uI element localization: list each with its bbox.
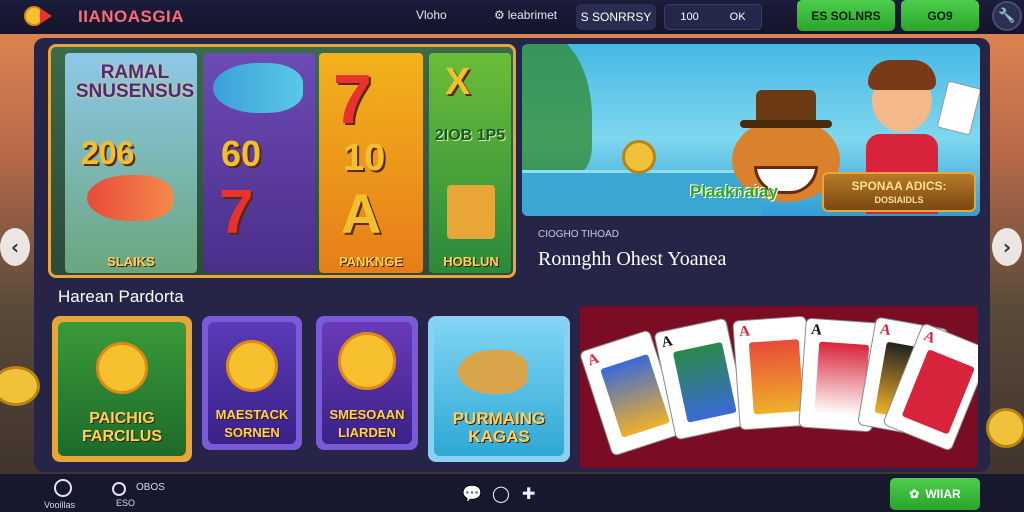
seven-large-icon: 7 xyxy=(333,60,372,138)
share-icon[interactable]: ✚ xyxy=(522,484,535,503)
hero-badge: SPONAA ADICS: DOSIAIDLS xyxy=(822,172,976,212)
card-rank-1: A xyxy=(585,350,602,370)
promo-kicker: CIOGHO TIHOAD xyxy=(538,229,619,240)
ace-card-icon xyxy=(936,80,980,136)
cat-face-icon xyxy=(338,332,396,390)
hero-title: Plaaknaiay xyxy=(690,182,778,201)
play-button[interactable]: ✿ WIIAR xyxy=(890,478,980,510)
reel-value-2: 60 xyxy=(221,133,262,174)
info-icon[interactable] xyxy=(112,482,126,496)
signin-button[interactable]: ES SOLNRS xyxy=(797,0,895,31)
blue-fish-icon xyxy=(213,63,303,113)
fish-icon xyxy=(87,175,173,221)
card-rank-4: A xyxy=(810,321,823,339)
slot-title: RAMAL SNUSENSUS xyxy=(75,62,195,102)
sun-icon xyxy=(226,340,278,392)
reel-value-4: 2IOB 1P5 xyxy=(434,127,506,144)
nav-link-promos-label: leabrimet xyxy=(507,8,558,22)
card-rank-3: A xyxy=(738,323,751,341)
hero-banner[interactable]: Plaaknaiay SPONAA ADICS: DOSIAIDLS xyxy=(522,44,980,216)
brand-logo[interactable]: IIANOASGIA xyxy=(24,6,184,28)
next-arrow-icon[interactable]: › xyxy=(992,228,1022,266)
chat-icon[interactable]: 💬 xyxy=(462,484,482,503)
game-tile-1[interactable]: PAICHIG FARCILUS xyxy=(52,316,192,462)
game-tile-4[interactable]: PURMAING KAGAS xyxy=(428,316,570,462)
user-icon[interactable] xyxy=(54,479,72,497)
palm-tree-icon xyxy=(522,44,592,174)
hero-badge-line2: DOSIAIDLS xyxy=(874,195,924,205)
reel-label-2: PANKNGE xyxy=(338,254,404,269)
reel-value-1: 206 xyxy=(81,135,135,171)
game-tile-4-label: PURMAING KAGAS xyxy=(452,409,546,446)
card-rank-5: A xyxy=(878,321,893,340)
promo-title[interactable]: Ronnghh Ohest Yoanea xyxy=(538,248,726,271)
nav-link-home[interactable]: Vloho xyxy=(416,8,447,22)
hero-badge-line1: SPONAA ADICS: xyxy=(851,179,947,193)
code-line-2: ESO xyxy=(116,498,136,508)
card-game-banner[interactable]: A A A A A A xyxy=(580,306,978,468)
letter-a-icon: A xyxy=(341,182,382,245)
circle-icon[interactable]: ◯ xyxy=(492,484,510,503)
logo-icon xyxy=(24,6,52,28)
amount-toggle[interactable]: 100 OK xyxy=(664,4,762,30)
card-rank-6: A xyxy=(921,328,938,347)
settings-icon[interactable]: 🔧 xyxy=(992,1,1022,31)
nav-chip-active[interactable]: S SONRRSY xyxy=(576,4,656,30)
reel-label-3: HOBLUN xyxy=(443,254,499,269)
gear-icon: ⚙ xyxy=(494,8,505,22)
game-tile-3[interactable]: SMESOAAN LIARDEN xyxy=(316,316,418,450)
amount-value: 100 xyxy=(680,11,699,23)
account-label: Vooillas xyxy=(44,500,76,510)
top-bar: IIANOASGIA Vloho ⚙ leabrimet S SONRRSY 1… xyxy=(0,0,1024,34)
smiley-icon xyxy=(96,342,148,394)
nav-link-promos[interactable]: ⚙ leabrimet xyxy=(494,8,557,22)
play-icon: ✿ xyxy=(909,487,920,501)
bottom-bar: Vooillas OBOS ESO 💬 ◯ ✚ xyxy=(0,474,1024,512)
featured-slot-game[interactable]: RAMAL SNUSENSUS 206 60 7 7 10 A X 2IOB 1… xyxy=(48,44,516,278)
game-tile-2[interactable]: MAESTACK SORNEN xyxy=(202,316,302,450)
ok-label: OK xyxy=(729,11,746,23)
game-tile-2-label: MAESTACK SORNEN xyxy=(215,407,289,440)
x-symbol-icon: X xyxy=(445,61,471,103)
reel-label-1: SLAIKS xyxy=(107,254,155,269)
code-line-1: OBOS xyxy=(136,482,165,493)
gold-coins-right xyxy=(986,408,1024,448)
seven-icon: 7 xyxy=(219,178,254,247)
reel-value-3: 10 xyxy=(343,137,386,179)
fish-icon xyxy=(458,350,528,394)
brand-name: IIANOASGIA xyxy=(78,7,185,26)
coin-icon xyxy=(622,140,656,174)
coin-stack-icon xyxy=(447,185,495,239)
play-label: WIIAR xyxy=(925,487,961,501)
section-title: Harean Pardorta xyxy=(58,287,184,306)
game-tile-3-label: SMESOAAN LIARDEN xyxy=(329,407,405,440)
prev-arrow-icon[interactable]: ‹ xyxy=(0,228,30,266)
game-tile-1-label: PAICHIG FARCILUS xyxy=(82,410,162,445)
register-button[interactable]: GO9 xyxy=(901,0,979,31)
card-rank-2: A xyxy=(660,333,675,352)
